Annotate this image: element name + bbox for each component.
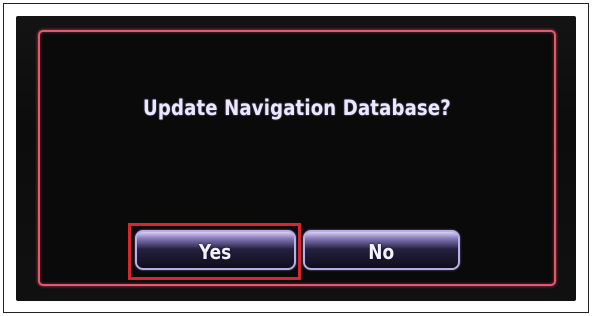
no-button[interactable]: No [303,230,460,270]
yes-button[interactable]: Yes [135,230,296,270]
yes-button-label: Yes [199,240,232,264]
dialog-title: Update Navigation Database? [143,96,451,120]
no-button-label: No [368,240,395,264]
confirmation-dialog [38,30,556,286]
